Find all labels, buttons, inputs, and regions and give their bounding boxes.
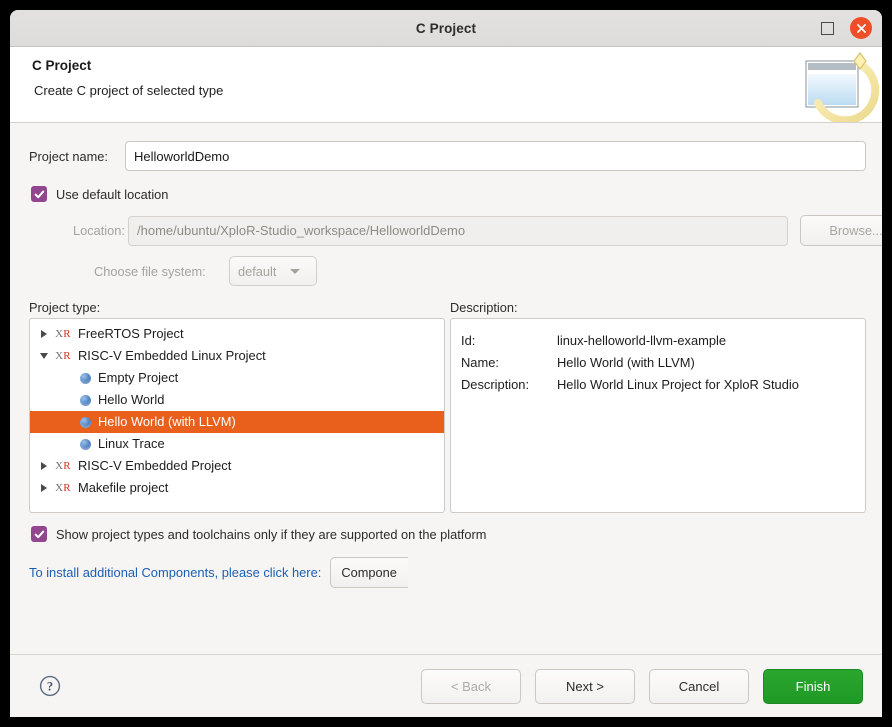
maximize-square-icon[interactable] [816,17,838,39]
project-type-label: Project type: [29,300,101,315]
show-supported-label: Show project types and toolchains only i… [56,526,487,542]
tree-item-label: RISC-V Embedded Project [78,457,232,473]
browse-button[interactable]: Browse... [800,215,882,246]
description-label: Description: [450,300,518,315]
cancel-button[interactable]: Cancel [649,668,749,704]
chevron-right-icon[interactable] [36,484,52,492]
file-system-row: Choose file system: default [94,256,317,286]
xr-icon: XR [55,482,71,494]
xr-icon: XR [55,350,71,362]
description-row: Name: Hello World (with LLVM) [461,351,865,373]
project-name-input[interactable]: HelloworldDemo [125,141,866,171]
tree-item[interactable]: Hello World [30,389,444,411]
tree-item[interactable]: Hello World (with LLVM) [30,411,444,433]
new-project-wizard-icon [794,47,882,122]
use-default-location-label: Use default location [56,186,169,202]
xr-icon: XR [55,328,71,340]
wizard-buttons: < Back Next > Cancel Finish [421,668,863,704]
description-value: linux-helloworld-llvm-example [557,332,727,348]
tree-item-label: FreeRTOS Project [78,325,184,341]
description-key: Description: [461,376,530,392]
tree-item-label: Hello World (with LLVM) [98,413,236,429]
location-row: Location: /home/ubuntu/XploR-Studio_work… [73,215,882,246]
window-controls [816,10,872,46]
next-button[interactable]: Next > [535,668,635,704]
tree-item[interactable]: XR Makefile project [30,477,444,499]
tree-item-label: RISC-V Embedded Linux Project [78,347,266,363]
file-system-label: Choose file system: [94,263,206,279]
tree-item-label: Makefile project [78,479,169,495]
page-title: C Project [32,58,92,73]
description-key: Id: [461,332,476,348]
project-type-tree[interactable]: XR FreeRTOS Project XR RISC-V Embedded Linu… [29,318,445,513]
sphere-icon [80,394,91,406]
tree-item[interactable]: XR RISC-V Embedded Project [30,455,444,477]
chevron-down-icon [290,268,301,274]
location-label: Location: [73,223,125,238]
close-x-icon[interactable] [850,17,872,39]
use-default-location-row[interactable]: Use default location [31,186,168,202]
chevron-right-icon[interactable] [36,462,52,470]
tree-item-label: Linux Trace [98,435,165,451]
xr-icon: XR [55,460,71,472]
chevron-down-icon[interactable] [36,353,52,359]
show-supported-checkbox[interactable] [31,526,47,542]
show-supported-row[interactable]: Show project types and toolchains only i… [31,526,486,542]
description-row: Description: Hello World Linux Project fo… [461,373,865,395]
description-panel: Id: linux-helloworld-llvm-example Name: Hel… [450,318,866,513]
title-bar: C Project [10,10,882,47]
description-row: Id: linux-helloworld-llvm-example [461,329,865,351]
sphere-icon [80,372,91,384]
components-button[interactable]: Compone [330,557,409,588]
sphere-icon [80,416,91,428]
tree-item[interactable]: Linux Trace [30,433,444,455]
tree-item[interactable]: Empty Project [30,367,444,389]
chevron-right-icon[interactable] [36,330,52,338]
dialog-footer: ? < Back Next > Cancel Finish [10,654,882,717]
components-row: To install additional Components, please… [29,557,409,588]
tree-item[interactable]: XR FreeRTOS Project [30,323,444,345]
tree-item-label: Hello World [98,391,165,407]
file-system-combo[interactable]: default [229,256,317,286]
dialog-body: Project name: HelloworldDemo Use default… [10,123,882,654]
c-project-dialog: C Project C Project Create C project of … [10,10,882,717]
tree-item[interactable]: XR RISC-V Embedded Linux Project [30,345,444,367]
back-button[interactable]: < Back [421,668,521,704]
sphere-icon [80,438,91,450]
use-default-location-checkbox[interactable] [31,186,47,202]
location-input[interactable]: /home/ubuntu/XploR-Studio_workspace/Hell… [128,215,788,246]
description-key: Name: [461,354,499,370]
help-question-icon[interactable]: ? [39,675,61,697]
description-value: Hello World Linux Project for XploR Stud… [557,376,799,392]
tree-item-label: Empty Project [98,369,179,385]
finish-button[interactable]: Finish [763,668,863,704]
file-system-value: default [238,263,277,279]
components-hint-link[interactable]: To install additional Components, please… [29,565,321,580]
project-name-label: Project name: [29,148,108,164]
project-name-row: Project name: HelloworldDemo [29,141,866,171]
page-subtitle: Create C project of selected type [34,83,224,98]
wizard-header: C Project Create C project of selected t… [10,47,882,123]
svg-text:?: ? [47,679,53,693]
window-title: C Project [415,20,477,36]
description-value: Hello World (with LLVM) [557,354,695,370]
